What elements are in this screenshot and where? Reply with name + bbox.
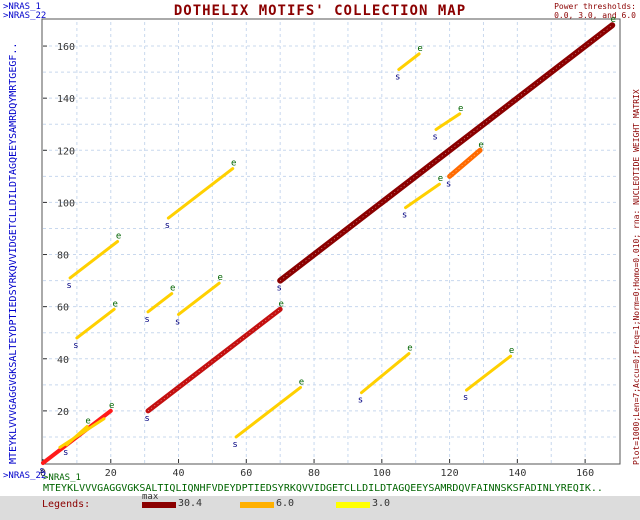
legend-value-mid: 6.0	[276, 498, 295, 509]
x-axis-sequence: MTEYKLVVVGAGGVGKSALTIQLIQNHFVDEYDPTIEDSY…	[43, 483, 603, 494]
segment-start-marker: s	[276, 284, 281, 294]
segment-start-marker: s	[395, 73, 400, 83]
segment-end-marker: e	[109, 401, 114, 411]
segment-end-marker: e	[85, 417, 90, 427]
y-tick-label: 40	[57, 355, 69, 366]
legend-swatch-max	[142, 502, 176, 508]
y-axis-sequence: MTEYKLVVVGAGGVGKSALTEYDPTIEDSYRKQVVIDGET…	[8, 42, 19, 464]
segment-end-marker: e	[478, 140, 483, 150]
dot-matrix-chart: 0 20 40 60 80 100 120 140 160 204060801001201401…	[39, 15, 621, 479]
sequence-names-bottom-left: >NRAS_22	[3, 471, 46, 481]
segment-start-marker: s	[232, 440, 237, 450]
segment-end-marker: e	[278, 299, 283, 309]
y-tick-label: 120	[57, 146, 75, 157]
legend-value-max: 30.4	[178, 498, 203, 509]
x-tick-label: 160	[576, 468, 594, 479]
y-tick-label: 140	[57, 94, 75, 105]
segment-end-marker: e	[299, 377, 304, 387]
x-tick-label: 100	[373, 468, 391, 479]
y-tick-label: 60	[57, 303, 69, 314]
segment-start-marker: s	[144, 315, 149, 325]
seq2-name-bottom: >NRAS_22	[3, 471, 47, 481]
legends-label: Legends:	[42, 499, 91, 510]
legend-swatch-min	[336, 502, 370, 508]
y-tick-label: 100	[57, 198, 75, 209]
x-tick-label: 140	[508, 468, 526, 479]
segment-start-marker: s	[432, 132, 437, 142]
segment-start-marker: s	[463, 393, 468, 403]
legend-max-label: max	[142, 492, 159, 502]
segment-start-marker: s	[358, 396, 363, 406]
y-tick-label: 160	[57, 42, 75, 53]
segment-start-marker: s	[144, 414, 149, 424]
segment-end-marker: e	[112, 299, 117, 309]
legend-bar	[0, 496, 640, 520]
x-tick-label: 20	[105, 468, 117, 479]
x-tick-label: 120	[441, 468, 459, 479]
segment-end-marker: e	[509, 346, 514, 356]
segment-start-marker: s	[73, 341, 78, 351]
segment-end-marker: e	[438, 174, 443, 184]
segment-start-marker: s	[63, 448, 68, 458]
legend-swatch-mid	[240, 502, 274, 508]
x-axis-sequence-name: >NRAS_1	[43, 473, 81, 483]
plot-parameters: Plot=1000;Len=7;Accu=0;Freq=1;Norm=0;Hom…	[632, 89, 640, 465]
segment-end-marker: e	[611, 15, 616, 25]
y-tick-label: 20	[57, 407, 69, 418]
segment-end-marker: e	[170, 284, 175, 294]
y-tick-label: 80	[57, 251, 69, 262]
segment-end-marker: e	[458, 104, 463, 114]
legend-value-min: 3.0	[372, 498, 391, 509]
segment-end-marker: e	[231, 159, 236, 169]
x-tick-label: 60	[240, 468, 252, 479]
segment-end-marker: e	[116, 232, 121, 242]
x-tick-label: 40	[173, 468, 185, 479]
segment-start-marker: s	[175, 317, 180, 327]
segment-start-marker: s	[66, 281, 71, 291]
segment-end-marker: e	[217, 273, 222, 283]
segment-end-marker: e	[407, 344, 412, 354]
segment-start-marker: s	[165, 221, 170, 231]
segment-start-marker: s	[402, 211, 407, 221]
segment-end-marker: e	[417, 44, 422, 54]
x-tick-label: 80	[308, 468, 320, 479]
segment-start-marker: s	[446, 179, 451, 189]
